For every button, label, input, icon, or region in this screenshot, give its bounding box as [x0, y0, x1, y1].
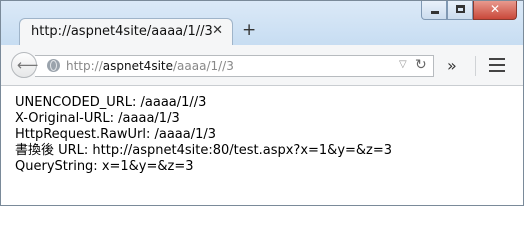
- close-icon: ✕: [489, 2, 501, 16]
- history-dropdown-icon[interactable]: ▽: [399, 59, 407, 70]
- window-controls: ✕: [421, 1, 517, 21]
- tab-title: http://aspnet4site/aaaa/1//3: [31, 24, 213, 39]
- back-arrow-icon: ⟵: [17, 56, 39, 74]
- url-text: http://aspnet4site/aaaa/1//3: [66, 59, 234, 73]
- line-unencoded-url: UNENCODED_URL: /aaaa/1//3: [15, 95, 207, 110]
- url-host: aspnet4site: [102, 59, 173, 73]
- line-x-original-url: X-Original-URL: /aaaa/1/3: [15, 111, 180, 126]
- line-query-string: QueryString: x=1&y=&z=3: [15, 159, 194, 174]
- overflow-chevron-icon[interactable]: »: [447, 56, 457, 75]
- globe-icon: [47, 59, 60, 72]
- output-lines: UNENCODED_URL: /aaaa/1//3 X-Original-URL…: [15, 95, 392, 175]
- tab-close-icon[interactable]: ✕: [212, 23, 223, 38]
- address-bar[interactable]: http://aspnet4site/aaaa/1//3 ▽ ↻: [35, 55, 434, 77]
- navigation-toolbar: http://aspnet4site/aaaa/1//3 ▽ ↻ ⟵ »: [1, 45, 523, 86]
- maximize-button[interactable]: [447, 1, 473, 20]
- minimize-button[interactable]: [421, 1, 447, 20]
- toolbar-separator: [475, 56, 476, 76]
- page-content: UNENCODED_URL: /aaaa/1//3 X-Original-URL…: [1, 86, 523, 205]
- line-raw-url: HttpRequest.RawUrl: /aaaa/1/3: [15, 127, 217, 142]
- browser-window: http://aspnet4site/aaaa/1//3 ✕ + ✕ http:…: [0, 0, 524, 206]
- reload-icon[interactable]: ↻: [415, 57, 427, 73]
- close-button[interactable]: ✕: [473, 1, 517, 20]
- maximize-icon: [456, 5, 465, 13]
- hamburger-menu-icon[interactable]: [489, 58, 505, 72]
- back-button[interactable]: ⟵: [11, 52, 39, 78]
- tab-active[interactable]: http://aspnet4site/aaaa/1//3 ✕: [19, 18, 233, 46]
- tab-strip: http://aspnet4site/aaaa/1//3 ✕ + ✕: [1, 1, 523, 46]
- url-path: /aaaa/1//3: [173, 59, 234, 73]
- url-scheme: http://: [66, 59, 103, 73]
- new-tab-icon[interactable]: +: [242, 20, 256, 40]
- line-rewritten-url: 書換後 URL: http://aspnet4site:80/test.aspx…: [15, 143, 393, 158]
- minimize-icon: [431, 11, 439, 14]
